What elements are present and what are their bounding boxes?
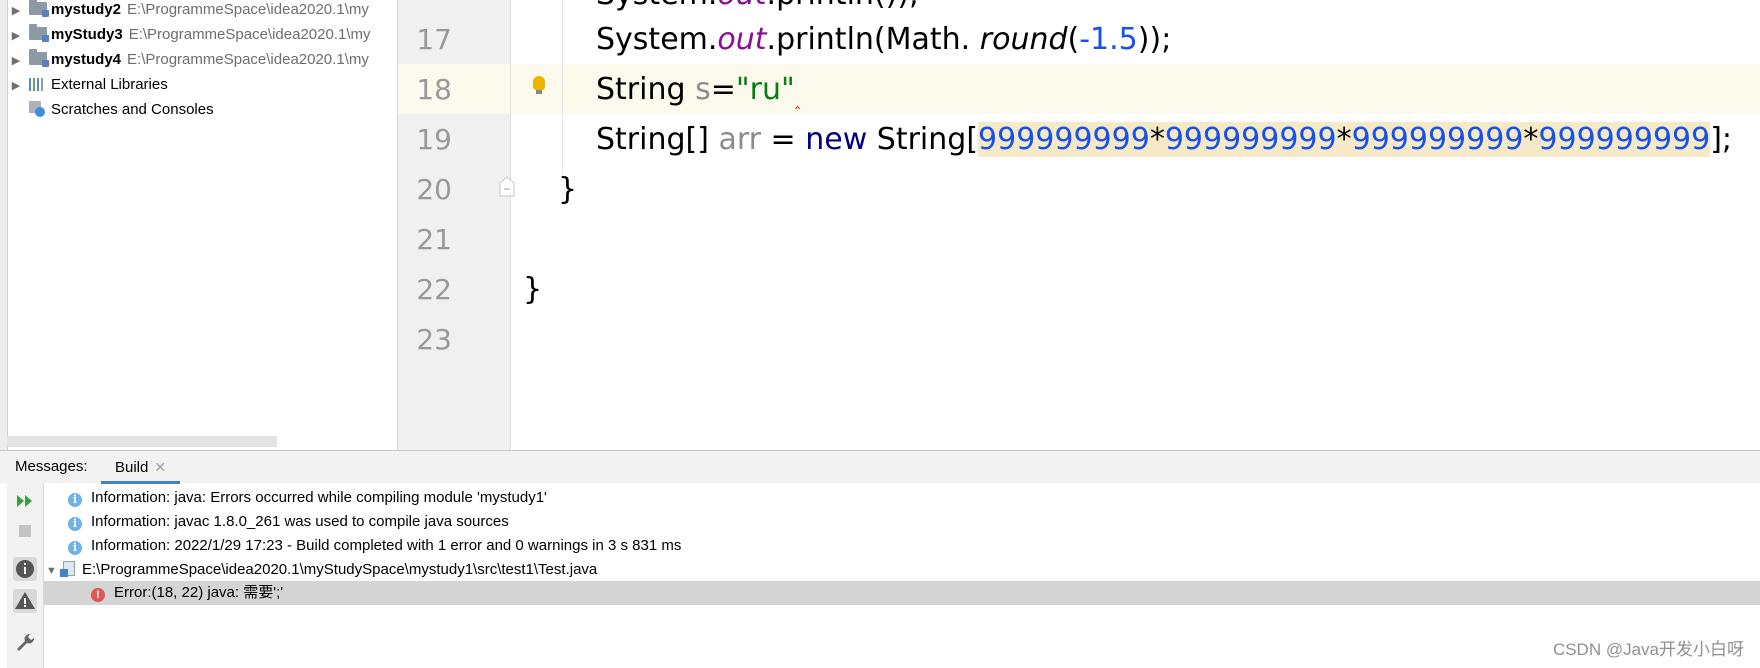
tree-item-external-libraries[interactable]: ▶ External Libraries bbox=[9, 73, 168, 97]
expand-arrow-icon[interactable]: ▶ bbox=[9, 49, 23, 73]
line-number: 21 bbox=[416, 223, 452, 256]
watermark: CSDN @Java开发小白呀 bbox=[1552, 640, 1744, 659]
close-icon[interactable]: ✕ bbox=[154, 459, 166, 475]
message-row[interactable]: i Information: javac 1.8.0_261 was used t… bbox=[68, 510, 509, 534]
tree-item-mystudy3[interactable]: ▶ myStudy3 E:\ProgrammeSpace\idea2020.1\my bbox=[9, 23, 371, 47]
info-filter-icon[interactable] bbox=[13, 557, 37, 581]
lightbulb-icon[interactable] bbox=[533, 76, 545, 94]
error-icon: ! bbox=[91, 588, 105, 602]
highlighted-expression: 999999999*999999999*999999999*999999999 bbox=[978, 122, 1711, 157]
line-number: 17 bbox=[416, 23, 452, 56]
warning-filter-icon[interactable] bbox=[13, 589, 37, 613]
tree-item-mystudy4[interactable]: ▶ mystudy4 E:\ProgrammeSpace\idea2020.1\my bbox=[9, 48, 369, 72]
tab-build[interactable]: Build ✕ bbox=[101, 451, 181, 484]
line-number: 18 bbox=[416, 73, 452, 106]
stop-icon[interactable] bbox=[13, 519, 37, 543]
code-line-20: } bbox=[558, 172, 578, 207]
message-row[interactable]: i Information: java: Errors occurred whil… bbox=[68, 486, 547, 510]
tool-window-strip bbox=[0, 0, 8, 450]
tree-item-scratches[interactable]: Scratches and Consoles bbox=[9, 98, 214, 122]
messages-panel: Messages: Build ✕ i Information: java: Err… bbox=[0, 450, 1760, 668]
messages-header: Messages: Build ✕ bbox=[0, 451, 1760, 484]
messages-toolbar bbox=[7, 483, 44, 668]
module-folder-icon bbox=[29, 24, 49, 42]
scratches-icon bbox=[29, 101, 47, 117]
code-line-18: String s="ru"‸ bbox=[596, 72, 801, 109]
line-number: 20 bbox=[416, 173, 452, 206]
selected-row-highlight bbox=[44, 581, 1760, 605]
library-icon bbox=[29, 75, 47, 91]
code-line-22: } bbox=[523, 272, 543, 307]
messages-title: Messages: bbox=[15, 458, 88, 475]
collapse-arrow-icon[interactable]: ▼ bbox=[46, 559, 60, 583]
error-squiggle: ‸ bbox=[794, 90, 801, 109]
expand-arrow-icon[interactable]: ▶ bbox=[9, 74, 23, 98]
code-line-17: System.out.println(Math. round(-1.5)); bbox=[596, 22, 1172, 57]
info-icon: i bbox=[68, 517, 82, 531]
horizontal-scrollbar[interactable] bbox=[7, 436, 277, 447]
error-row[interactable]: ! Error:(18, 22) java: 需要';' bbox=[91, 581, 283, 605]
indent-guide bbox=[562, 0, 563, 175]
message-row[interactable]: i Information: 2022/1/29 17:23 - Build co… bbox=[68, 534, 681, 558]
expand-arrow-icon[interactable]: ▶ bbox=[9, 0, 23, 23]
fold-marker-icon[interactable] bbox=[498, 175, 516, 197]
info-icon: i bbox=[68, 541, 82, 555]
expand-arrow-icon[interactable]: ▶ bbox=[9, 24, 23, 48]
rerun-icon[interactable] bbox=[13, 489, 37, 513]
line-number: 19 bbox=[416, 123, 452, 156]
code-line-19: String[] arr = new String[999999999*9999… bbox=[596, 122, 1733, 157]
wrench-icon[interactable] bbox=[13, 631, 37, 655]
java-file-icon bbox=[60, 561, 76, 577]
info-icon: i bbox=[68, 493, 82, 507]
line-number: 22 bbox=[416, 273, 452, 306]
line-number: 23 bbox=[416, 323, 452, 356]
file-node[interactable]: ▼ E:\ProgrammeSpace\idea2020.1\myStudySpa… bbox=[46, 558, 597, 582]
module-folder-icon bbox=[29, 0, 49, 17]
code-editor[interactable]: System.out.println()); 17 18 19 20 21 22… bbox=[398, 0, 1760, 450]
module-folder-icon bbox=[29, 49, 49, 67]
tree-item-mystudy2[interactable]: ▶ mystudy2 E:\ProgrammeSpace\idea2020.1\my bbox=[9, 0, 369, 22]
project-tree-panel: ▶ mystudy2 E:\ProgrammeSpace\idea2020.1\my… bbox=[0, 0, 398, 450]
